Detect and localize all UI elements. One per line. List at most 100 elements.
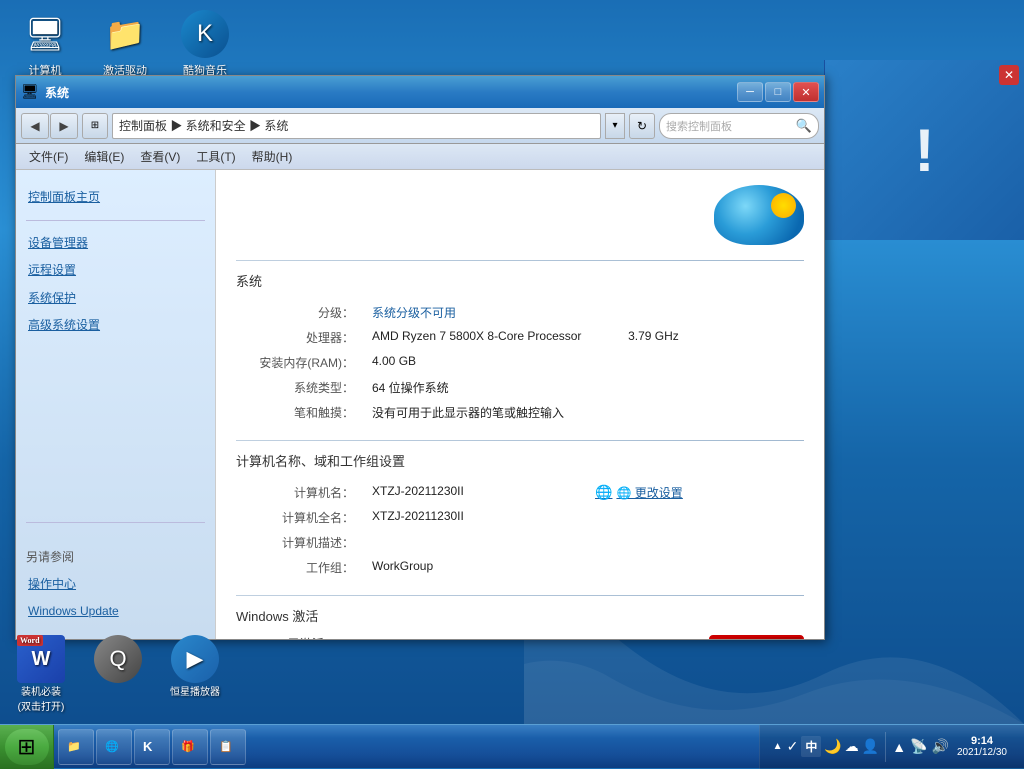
ie-icon: 🌐: [105, 740, 119, 753]
computer-fullname-value: XTZJ-20211230II: [366, 505, 575, 530]
processor-label: 处理器：: [236, 325, 366, 350]
system-type-row: 系统类型： 64 位操作系统: [236, 375, 804, 400]
desktop-icon-word[interactable]: W Word 装机必装 (双击打开): [5, 635, 77, 713]
desktop-icon-music[interactable]: K 酷狗音乐: [170, 10, 240, 78]
processor-row: 处理器： AMD Ryzen 7 5800X 8-Core Processor …: [236, 325, 804, 350]
maximize-button[interactable]: □: [765, 82, 791, 102]
tray-expand-button[interactable]: ▲: [773, 741, 783, 752]
search-placeholder: 搜索控制面板: [666, 118, 732, 134]
sidebar-home-link[interactable]: 控制面板主页: [26, 185, 205, 210]
network-tray-icon[interactable]: 📡: [910, 738, 927, 755]
start-button-inner: ⊞: [5, 729, 49, 765]
check-tray-icon[interactable]: ✓: [787, 738, 799, 755]
clock-date: 2021/12/30: [957, 747, 1007, 758]
activation-divider: [236, 595, 804, 596]
address-dropdown-button[interactable]: ▾: [605, 113, 625, 139]
desktop-icons-top: 🖥 计算机 📁 激活驱动 K 酷狗音乐: [10, 10, 240, 78]
window-icon: 🖥: [21, 83, 39, 101]
bg-window-close-button[interactable]: ✕: [999, 65, 1019, 85]
computer-info-table: 计算机名： XTZJ-20211230II 🌐 🌐 更改设置 计算机全名： XT…: [236, 480, 804, 580]
menu-tools[interactable]: 工具(T): [188, 146, 243, 167]
computer-desc-label: 计算机描述：: [236, 530, 366, 555]
window-title: 系统: [45, 84, 69, 101]
weather-tray-icon[interactable]: ☁: [845, 738, 859, 755]
gift-icon: 🎁: [181, 740, 195, 753]
user-tray-icon[interactable]: 👤: [862, 738, 879, 755]
clipboard-icon: 📋: [219, 740, 233, 753]
workgroup-label: 工作组：: [236, 555, 366, 580]
breadcrumb: 控制面板 ▶ 系统和安全 ▶ 系统: [119, 117, 288, 134]
desktop-icon-driver[interactable]: 📁 激活驱动: [90, 10, 160, 78]
grade-label: 分级：: [236, 300, 366, 325]
refresh-button[interactable]: ↻: [629, 113, 655, 139]
system-divider: [236, 260, 804, 261]
search-box[interactable]: 搜索控制面板 🔍: [659, 113, 819, 139]
pen-touch-label: 笔和触摸：: [236, 400, 366, 425]
change-settings-link[interactable]: 🌐 🌐 更改设置: [595, 484, 798, 501]
desktop-icon-quicktime[interactable]: Q: [82, 635, 154, 713]
search-icon: 🔍: [796, 118, 812, 134]
close-button[interactable]: ✕: [793, 82, 819, 102]
qq-icon: K: [143, 739, 152, 754]
taskbar-item-clipboard[interactable]: 📋: [210, 729, 246, 765]
sidebar-windows-update[interactable]: Windows Update: [26, 599, 205, 624]
driver-icon: 📁: [101, 10, 149, 58]
menu-view[interactable]: 查看(V): [132, 146, 188, 167]
sidebar-action-center[interactable]: 操作中心: [26, 572, 205, 597]
language-indicator[interactable]: 中: [801, 736, 821, 757]
menu-file[interactable]: 文件(F): [21, 146, 76, 167]
system-section-title: 系统: [236, 271, 804, 290]
taskbar-item-qq[interactable]: K: [134, 729, 170, 765]
taskbar-item-ie[interactable]: 🌐: [96, 729, 132, 765]
start-button[interactable]: ⊞: [0, 725, 54, 769]
word-icon-label: 装机必装 (双击打开): [18, 683, 65, 713]
taskbar-item-explorer[interactable]: 📁: [58, 729, 94, 765]
grade-value[interactable]: 系统分级不可用: [366, 300, 804, 325]
desktop-icons-bottom: W Word 装机必装 (双击打开) Q ▶ 恒星播放器: [0, 630, 236, 718]
system-type-value: 64 位操作系统: [366, 375, 804, 400]
system-window: 🖥 系统 ─ □ ✕ ◀ ▶ ⊞ 控制面板 ▶ 系统和安全 ▶ 系统 ▾ ↻ 搜…: [15, 75, 825, 640]
computer-fullname-label: 计算机全名：: [236, 505, 366, 530]
address-path[interactable]: 控制面板 ▶ 系统和安全 ▶ 系统: [112, 113, 601, 139]
sidebar-system-protect[interactable]: 系统保护: [26, 286, 205, 311]
system-tray: ▲ ✓ 中 🌙 ☁ 👤 ▲ 📡 🔊 9:14 2021/12/30: [765, 725, 1019, 769]
ram-value: 4.00 GB: [366, 350, 804, 375]
clock[interactable]: 9:14 2021/12/30: [953, 735, 1011, 758]
computer-name-row: 计算机名： XTZJ-20211230II 🌐 🌐 更改设置: [236, 480, 804, 505]
sidebar-separator-bottom: [26, 522, 205, 523]
processor-value: AMD Ryzen 7 5800X 8-Core Processor 3.79 …: [366, 325, 804, 350]
sidebar-also-see-label: 另请参阅: [26, 548, 205, 565]
forward-button[interactable]: ▶: [50, 113, 78, 139]
word-icon: W Word: [17, 635, 65, 683]
back-button[interactable]: ◀: [21, 113, 49, 139]
activation-info: Windows 已激活 产品 ID： 00426-OEM-8992662-001…: [236, 635, 699, 639]
activation-box: Windows 已激活 产品 ID： 00426-OEM-8992662-001…: [236, 635, 804, 639]
desktop-icon-computer[interactable]: 🖥 计算机: [10, 10, 80, 78]
computer-name-label: 计算机名：: [236, 480, 366, 505]
activation-badge: 使用 微软 软件 ★ 正版授权 安全 稳定 声誉: [709, 635, 804, 639]
menu-help[interactable]: 帮助(H): [244, 146, 301, 167]
sidebar-remote-settings[interactable]: 远程设置: [26, 258, 205, 283]
sidebar-device-manager[interactable]: 设备管理器: [26, 231, 205, 256]
music-icon: K: [181, 10, 229, 58]
tray-separator: [885, 732, 886, 762]
volume-tray-icon[interactable]: 🔊: [932, 738, 949, 755]
taskbar-item-gift[interactable]: 🎁: [172, 729, 208, 765]
desktop-icon-player[interactable]: ▶ 恒星播放器: [159, 635, 231, 713]
system-info-table: 分级： 系统分级不可用 处理器： AMD Ryzen 7 5800X 8-Cor…: [236, 300, 804, 425]
computer-section-title: 计算机名称、域和工作组设置: [236, 451, 804, 470]
moon-tray-icon[interactable]: 🌙: [824, 738, 841, 755]
taskbar: ⊞ 📁 🌐 K 🎁 📋 ▲ ✓: [0, 724, 1024, 768]
workgroup-value: WorkGroup: [366, 555, 575, 580]
menu-edit[interactable]: 编辑(E): [76, 146, 132, 167]
arrow-expand-tray[interactable]: ▲: [892, 739, 906, 755]
exclamation-icon: !: [915, 116, 935, 185]
sidebar: 控制面板主页 设备管理器 远程设置 系统保护 高级系统设置 另请参阅 操作中心 …: [16, 170, 216, 639]
activation-status: Windows 已激活: [236, 635, 699, 639]
sidebar-advanced-settings[interactable]: 高级系统设置: [26, 313, 205, 338]
windows-logo: [236, 185, 804, 245]
minimize-button[interactable]: ─: [737, 82, 763, 102]
player-icon-label: 恒星播放器: [170, 683, 220, 698]
recent-pages-button[interactable]: ⊞: [82, 113, 108, 139]
computer-name-value: XTZJ-20211230II: [366, 480, 575, 505]
